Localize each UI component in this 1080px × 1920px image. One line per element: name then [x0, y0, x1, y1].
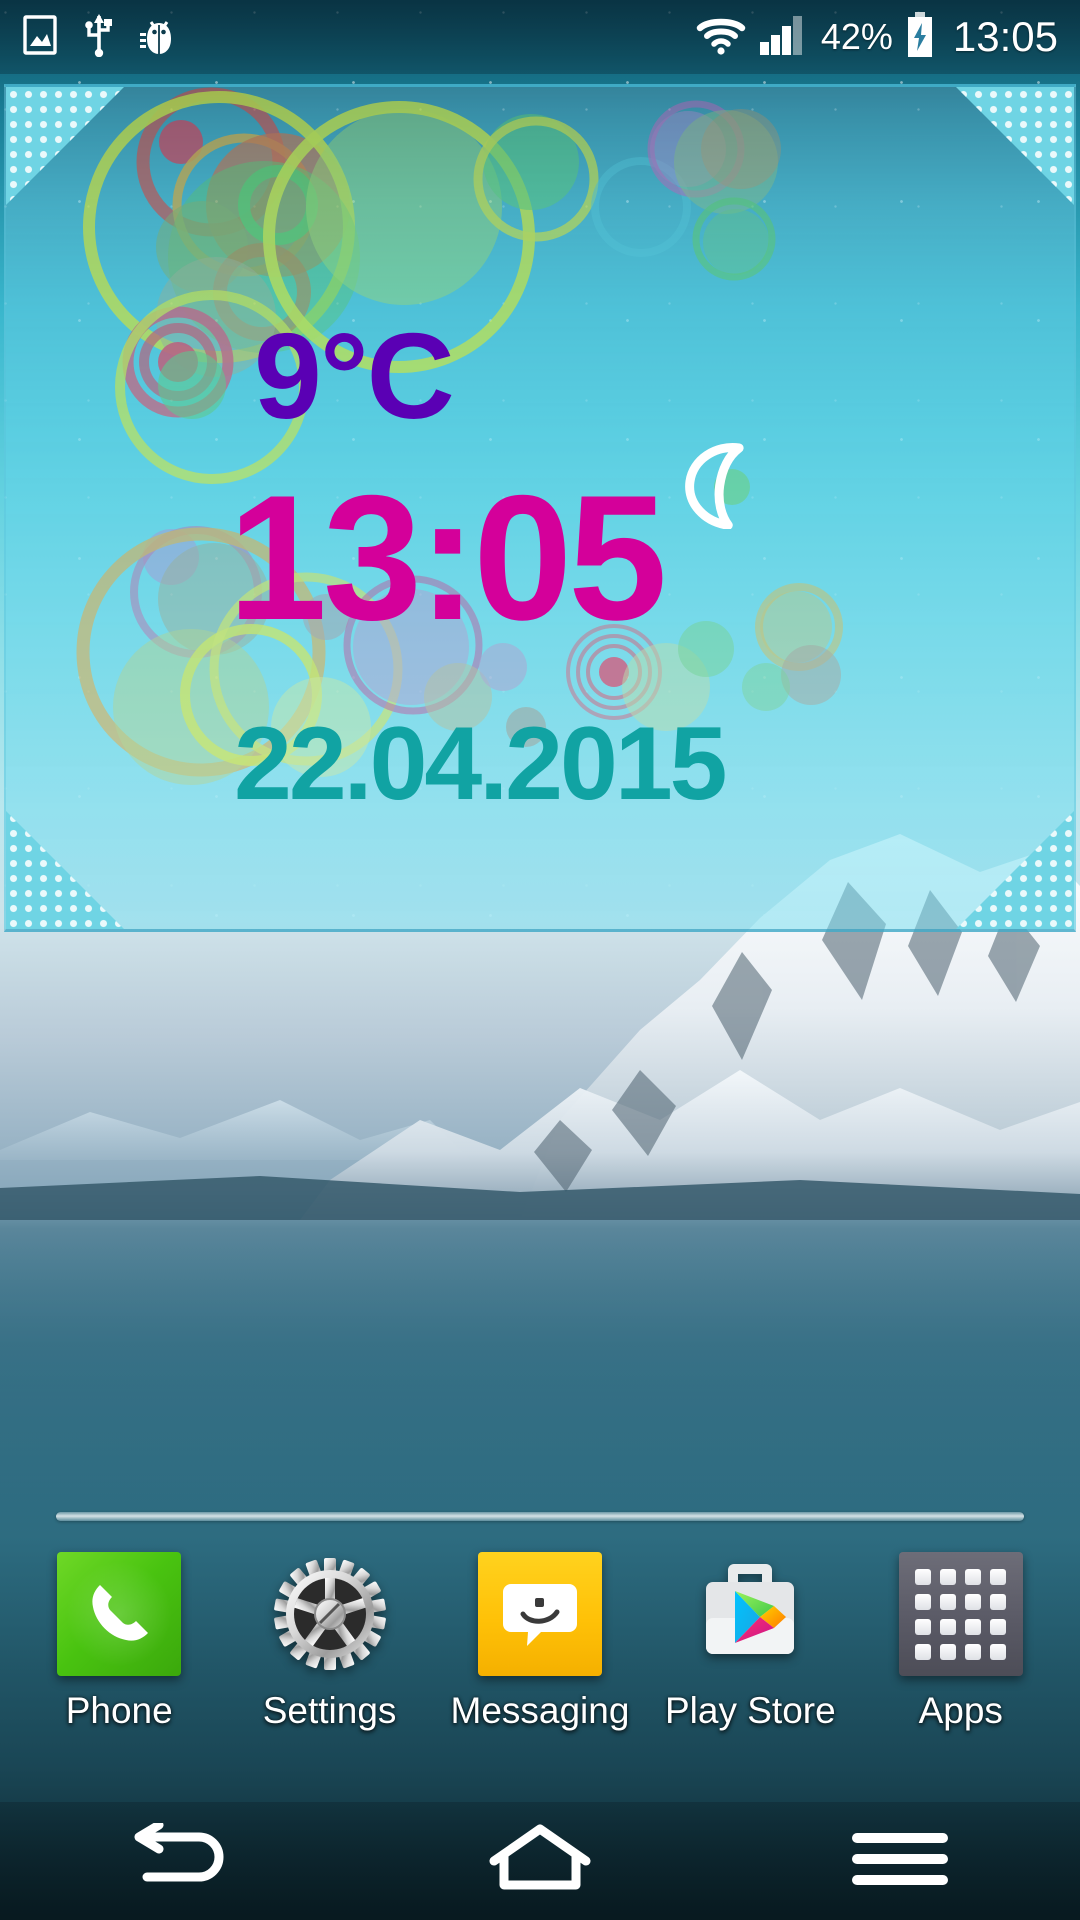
dock-label-play-store: Play Store	[665, 1690, 836, 1731]
battery-percentage: 42%	[820, 16, 893, 57]
play-store-icon[interactable]	[688, 1552, 812, 1676]
usb-icon	[84, 13, 114, 62]
status-bar-left-icons	[22, 13, 178, 62]
dock-divider	[56, 1512, 1024, 1521]
phone-icon[interactable]	[57, 1552, 182, 1676]
wifi-icon	[695, 14, 747, 61]
dock-label-settings: Settings	[262, 1690, 397, 1731]
home-screen: 42% 13:05 9°C 13:05 22.04.2015 Phone Set…	[0, 0, 1080, 1920]
widget-date[interactable]: 22.04.2015	[234, 712, 728, 816]
dock-item-apps[interactable]: Apps	[866, 1552, 1056, 1732]
gear-icon[interactable]	[268, 1552, 392, 1676]
status-bar[interactable]: 42% 13:05	[0, 0, 1080, 74]
home-button[interactable]	[430, 1802, 650, 1920]
usb-debug-icon	[140, 13, 178, 62]
message-bubble-icon[interactable]	[477, 1552, 602, 1676]
dock-label-phone: Phone	[65, 1690, 173, 1731]
dock-label-apps: Apps	[918, 1690, 1003, 1731]
hamburger-menu-icon	[850, 1829, 950, 1894]
widget-clock[interactable]: 13:05	[228, 469, 667, 647]
dock: Phone Settings Messaging Play Store Apps	[0, 1552, 1080, 1842]
widget-temperature[interactable]: 9°C	[254, 315, 455, 437]
status-bar-clock: 13:05	[952, 13, 1058, 60]
apps-grid-dots	[915, 1568, 1007, 1660]
clock-weather-widget[interactable]: 9°C 13:05 22.04.2015	[4, 84, 1076, 932]
dock-label-messaging: Messaging	[450, 1690, 630, 1731]
dock-item-play-store[interactable]: Play Store	[655, 1552, 845, 1732]
dock-item-messaging[interactable]: Messaging	[445, 1552, 635, 1732]
signal-icon	[759, 14, 809, 61]
navigation-bar	[0, 1802, 1080, 1920]
crescent-moon-icon	[666, 437, 752, 534]
back-arrow-icon	[125, 1820, 235, 1900]
apps-grid-icon[interactable]	[898, 1552, 1023, 1676]
home-icon	[488, 1823, 592, 1900]
battery-charging-icon	[905, 11, 935, 63]
menu-button[interactable]	[790, 1802, 1010, 1920]
screenshot-icon	[22, 14, 58, 60]
dock-item-phone[interactable]: Phone	[24, 1552, 214, 1732]
status-bar-right-icons: 42% 13:05	[695, 11, 1058, 63]
back-button[interactable]	[70, 1802, 290, 1920]
dock-item-settings[interactable]: Settings	[235, 1552, 425, 1732]
